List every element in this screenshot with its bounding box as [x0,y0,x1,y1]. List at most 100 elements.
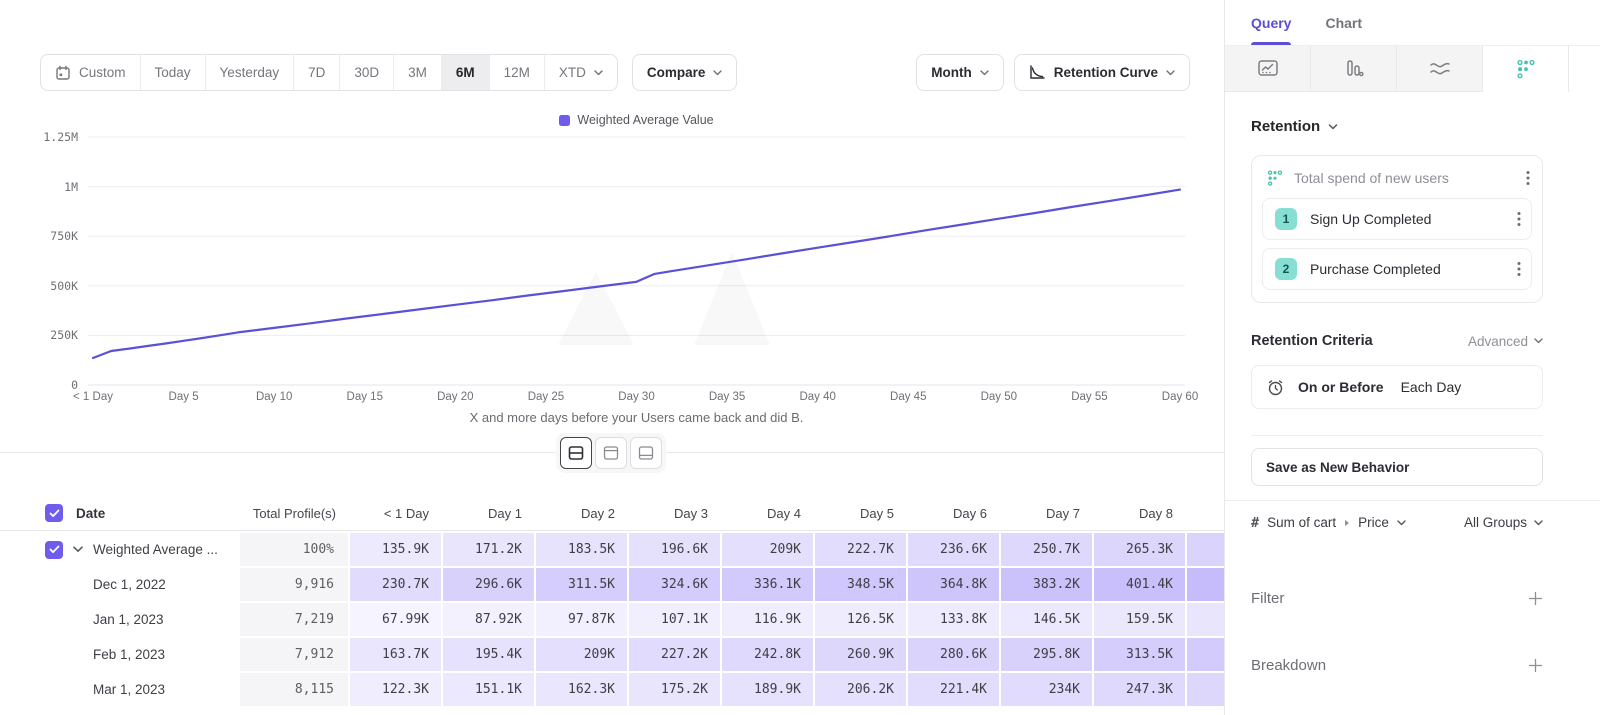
retention-value-cell[interactable]: 146.5K [1001,603,1092,636]
header-day-6[interactable]: Day 6 [906,506,999,521]
retention-value-cell[interactable]: 209K [536,638,627,671]
step-menu-button[interactable] [1517,211,1521,227]
funnels-icon [1344,59,1364,79]
retention-value-cell[interactable]: 336.1K [722,568,813,601]
metric-event-label[interactable]: Sum of cart [1267,515,1336,530]
header-day-3[interactable]: Day 3 [627,506,720,521]
retention-value-cell[interactable]: 195.4K [443,638,534,671]
row-label-cell: Dec 1, 2022 [0,568,238,601]
header--1-day[interactable]: < 1 Day [348,506,441,521]
weighted-average-line[interactable] [93,190,1180,358]
report-type-retention[interactable] [1483,46,1569,92]
behavior-retention-icon [1266,169,1284,187]
retention-value-cell[interactable]: 133.8K [908,603,999,636]
behavior-header[interactable]: Total spend of new users [1252,156,1542,198]
row-label-cell: Mar 1, 2023 [0,673,238,706]
retention-value-cell[interactable]: 151.1K [443,673,534,706]
retention-value-cell[interactable]: 236.6K [908,533,999,566]
metric-property-label[interactable]: Price [1358,515,1389,530]
retention-value-cell[interactable]: 163.7K [350,638,441,671]
retention-value-cell[interactable]: 401.4K [1094,568,1185,601]
retention-value-cell[interactable]: 122.3K [350,673,441,706]
retention-value-cell[interactable]: 159.5K [1094,603,1185,636]
retention-value-cell[interactable]: 135.9K [350,533,441,566]
criteria-value: Each Day [1401,379,1462,395]
step-event-name: Purchase Completed [1310,261,1441,277]
layout-table-toggle[interactable] [630,437,662,469]
retention-value-cell[interactable]: 230.7K [350,568,441,601]
header-day-5[interactable]: Day 5 [813,506,906,521]
x-tick-label: Day 10 [256,391,292,403]
step-row-1[interactable]: 1 Sign Up Completed [1262,198,1532,240]
retention-value-cell[interactable]: 324.6K [629,568,720,601]
report-type-insights[interactable] [1225,46,1311,92]
retention-value-cell[interactable]: 227.2K [629,638,720,671]
retention-value-cell[interactable]: 234K [1001,673,1092,706]
retention-value-cell[interactable]: 87.92K [443,603,534,636]
retention-value-cell[interactable]: 196.6K [629,533,720,566]
header-day-7[interactable]: Day 7 [999,506,1092,521]
retention-value-cell[interactable]: 221.4K [908,673,999,706]
gridlines [88,137,1185,385]
checkbox-checked[interactable] [45,504,63,522]
retention-value-cell[interactable]: 116.9K [722,603,813,636]
retention-value-cell[interactable]: 222.7K [815,533,906,566]
retention-value-cell[interactable]: 247.3K [1094,673,1185,706]
row-expand-caret[interactable] [73,546,83,553]
tab-chart-label: Chart [1325,15,1362,31]
retention-value-cell[interactable]: 295.8K [1001,638,1092,671]
retention-value-cell[interactable]: 364.8K [908,568,999,601]
retention-value-cell[interactable]: 296.6K [443,568,534,601]
row-label-cell: Feb 1, 2023 [0,638,238,671]
retention-value-cell[interactable]: 171.2K [443,533,534,566]
behavior-menu-button[interactable] [1526,170,1530,186]
retention-value-cell[interactable]: 97.87K [536,603,627,636]
retention-value-cell[interactable]: 126.5K [815,603,906,636]
measurement-selector[interactable]: Retention [1251,118,1543,135]
retention-value-cell[interactable]: 250.7K [1001,533,1092,566]
step-row-2[interactable]: 2 Purchase Completed [1262,248,1532,290]
header-day-2[interactable]: Day 2 [534,506,627,521]
criteria-mode-dropdown[interactable]: Advanced [1468,334,1543,349]
report-type-flows[interactable] [1397,46,1483,92]
retention-value-cell[interactable]: 175.2K [629,673,720,706]
retention-value-cell[interactable]: 383.2K [1001,568,1092,601]
tab-query[interactable]: Query [1251,0,1291,45]
layout-split-toggle[interactable] [560,437,592,469]
checkbox-checked[interactable] [45,541,63,559]
step-menu-button[interactable] [1517,261,1521,277]
add-breakdown-button[interactable] [1528,658,1543,673]
clipped-value-cell [1187,603,1224,636]
chevron-down-icon [1534,338,1543,344]
group-selector[interactable]: All Groups [1464,515,1543,530]
header-total-profile-s-[interactable]: Total Profile(s) [238,506,348,521]
save-as-new-behavior-button[interactable]: Save as New Behavior [1251,448,1543,486]
retention-value-cell[interactable]: 348.5K [815,568,906,601]
retention-value-cell[interactable]: 313.5K [1094,638,1185,671]
row-label-cell[interactable]: Weighted Average ... [0,533,238,566]
retention-value-cell[interactable]: 206.2K [815,673,906,706]
retention-value-cell[interactable]: 183.5K [536,533,627,566]
retention-value-cell[interactable]: 260.9K [815,638,906,671]
criteria-row[interactable]: On or Before Each Day [1251,365,1543,409]
retention-value-cell[interactable]: 189.9K [722,673,813,706]
header-day-8[interactable]: Day 8 [1092,506,1185,521]
header-day-1[interactable]: Day 1 [441,506,534,521]
retention-value-cell[interactable]: 280.6K [908,638,999,671]
retention-value-cell[interactable]: 67.99K [350,603,441,636]
header-day-4[interactable]: Day 4 [720,506,813,521]
tab-chart[interactable]: Chart [1325,0,1362,45]
layout-chart-toggle[interactable] [595,437,627,469]
report-type-funnels[interactable] [1311,46,1397,92]
retention-value-cell[interactable]: 162.3K [536,673,627,706]
retention-value-cell[interactable]: 242.8K [722,638,813,671]
criteria-operator: On or Before [1298,379,1384,395]
measurement-label: Retention [1251,118,1320,135]
retention-value-cell[interactable]: 209K [722,533,813,566]
retention-value-cell[interactable]: 311.5K [536,568,627,601]
query-panel: Query Chart [1224,0,1600,715]
x-tick-label: Day 25 [528,391,564,403]
retention-value-cell[interactable]: 107.1K [629,603,720,636]
retention-value-cell[interactable]: 265.3K [1094,533,1185,566]
add-filter-button[interactable] [1528,591,1543,606]
